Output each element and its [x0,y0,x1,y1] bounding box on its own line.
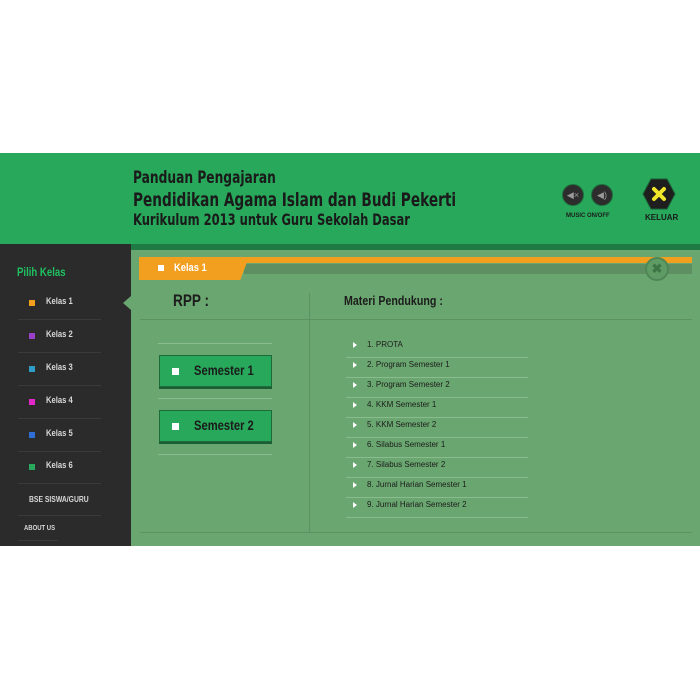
square-icon [172,423,179,430]
arrow-right-icon [353,422,357,428]
arrow-right-icon [353,502,357,508]
speaker-icon: ◀) [597,189,607,200]
arrow-right-icon [353,362,357,368]
divider [158,398,272,399]
semester-1-button[interactable]: Semester 1 [159,355,272,387]
semester-2-button[interactable]: Semester 2 [159,410,272,442]
music-toggle-label: MUSIC ON/OFF [566,213,610,219]
close-panel-button[interactable]: ✖ [645,257,669,281]
materi-item-jurnal-harian-semester-1[interactable]: 8. Jurnal Harian Semester 1 [346,477,528,498]
materi-label: 2. Program Semester 1 [367,360,450,369]
square-icon [172,368,179,375]
arrow-right-icon [353,402,357,408]
divider [158,343,272,344]
sidebar-item-kelas-1[interactable]: Kelas 1 [18,287,101,320]
exit-button[interactable] [642,178,676,210]
divider [310,319,692,320]
close-icon: ✖ [651,261,663,276]
materi-label: 4. KKM Semester 1 [367,400,437,409]
sidebar-item-label: Kelas 2 [46,329,73,339]
sidebar-item-label: Kelas 3 [46,362,73,372]
divider [140,532,692,533]
app-title-line-3: Kurikulum 2013 untuk Guru Sekolah Dasar [133,210,410,229]
sidebar-item-label: Kelas 5 [46,428,73,438]
arrow-right-icon [353,482,357,488]
materi-label: 7. Silabus Semester 2 [367,460,446,469]
materi-item-program-semester-2[interactable]: 3. Program Semester 2 [346,377,528,398]
tab-bar-track [244,264,692,274]
arrow-right-icon [353,342,357,348]
materi-item-program-semester-1[interactable]: 2. Program Semester 1 [346,357,528,378]
semester-label: Semester 1 [194,362,254,378]
speaker-mute-icon: ◀× [566,189,580,200]
sidebar-link-bse[interactable]: BSE SISWA/GURU [29,495,89,504]
materi-item-prota[interactable]: 1. PROTA [346,337,528,358]
materi-heading: Materi Pendukung : [344,293,443,308]
app-title-line-2: Pendidikan Agama Islam dan Budi Pekerti [133,189,457,211]
sidebar-item-kelas-6[interactable]: Kelas 6 [18,451,101,484]
square-icon [29,333,35,339]
square-icon [158,265,164,271]
divider [158,454,272,455]
tab-kelas-1[interactable]: Kelas 1 [139,257,249,280]
sidebar-divider [18,540,58,541]
materi-item-kkm-semester-2[interactable]: 5. KKM Semester 2 [346,417,528,438]
materi-label: 1. PROTA [367,340,403,349]
app-title-line-1: Panduan Pengajaran [133,168,276,188]
materi-label: 8. Jurnal Harian Semester 1 [367,480,467,489]
sidebar-divider [18,515,101,516]
exit-label: KELUAR [645,213,679,222]
arrow-right-icon [353,442,357,448]
square-icon [29,464,35,470]
active-pointer-icon [123,296,131,310]
sidebar-link-about[interactable]: ABOUT US [24,525,55,532]
materi-label: 9. Jurnal Harian Semester 2 [367,500,467,509]
square-icon [29,300,35,306]
materi-label: 3. Program Semester 2 [367,380,450,389]
square-icon [29,366,35,372]
materi-item-jurnal-harian-semester-2[interactable]: 9. Jurnal Harian Semester 2 [346,497,528,518]
sidebar-item-kelas-2[interactable]: Kelas 2 [18,320,101,353]
materi-item-silabus-semester-1[interactable]: 6. Silabus Semester 1 [346,437,528,458]
materi-item-kkm-semester-1[interactable]: 4. KKM Semester 1 [346,397,528,418]
music-on-button[interactable]: ◀) [591,184,613,206]
sidebar-title: Pilih Kelas [17,265,66,279]
semester-label: Semester 2 [194,417,254,433]
tab-label: Kelas 1 [174,262,207,274]
rpp-heading: RPP : [173,291,210,310]
sidebar-item-kelas-4[interactable]: Kelas 4 [18,386,101,419]
sidebar-item-label: Kelas 4 [46,395,73,405]
sidebar-item-label: Kelas 6 [46,460,73,470]
materi-label: 6. Silabus Semester 1 [367,440,446,449]
materi-item-silabus-semester-2[interactable]: 7. Silabus Semester 2 [346,457,528,478]
sidebar-item-kelas-5[interactable]: Kelas 5 [18,419,101,452]
arrow-right-icon [353,462,357,468]
column-divider [309,293,310,533]
divider [140,319,309,320]
square-icon [29,399,35,405]
materi-label: 5. KKM Semester 2 [367,420,437,429]
sidebar-item-kelas-3[interactable]: Kelas 3 [18,353,101,386]
sidebar-item-label: Kelas 1 [46,296,73,306]
music-off-button[interactable]: ◀× [562,184,584,206]
square-icon [29,432,35,438]
arrow-right-icon [353,382,357,388]
